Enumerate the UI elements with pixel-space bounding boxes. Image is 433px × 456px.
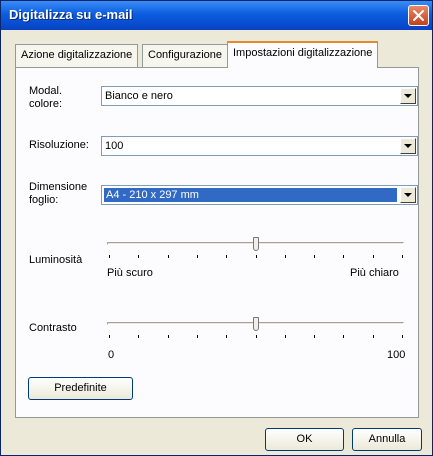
chevron-down-icon	[404, 94, 412, 98]
resolution-label: Risoluzione:	[29, 139, 89, 151]
resolution-select[interactable]: 100	[101, 136, 418, 156]
brightness-min-label: Più scuro	[107, 267, 153, 279]
dialog-window: Digitalizza su e-mail Azione digitalizza…	[0, 0, 433, 456]
color-mode-value: Bianco e nero	[105, 90, 173, 102]
ok-button[interactable]: OK	[265, 428, 344, 451]
slider-tick	[402, 335, 403, 338]
slider-tick	[138, 255, 140, 258]
contrast-label: Contrasto	[29, 322, 77, 334]
slider-tick	[167, 335, 169, 338]
paper-size-value: A4 - 210 x 297 mm	[104, 188, 397, 202]
close-button[interactable]	[408, 5, 429, 26]
paper-size-select[interactable]: A4 - 210 x 297 mm	[101, 185, 418, 205]
slider-tick	[343, 335, 345, 338]
contrast-min-label: 0	[108, 349, 115, 361]
contrast-slider-thumb[interactable]	[252, 317, 259, 331]
slider-tick	[196, 335, 198, 338]
slider-tick	[138, 335, 140, 338]
slider-tick	[284, 255, 286, 258]
brightness-label: Luminosità	[29, 254, 83, 266]
brightness-slider-thumb[interactable]	[252, 237, 259, 251]
color-mode-dropdown-button[interactable]	[400, 88, 416, 104]
slider-tick	[196, 255, 198, 258]
cancel-button[interactable]: Annulla	[352, 428, 422, 451]
slider-tick	[314, 335, 316, 338]
color-mode-label: Modal. colore:	[29, 85, 63, 110]
slider-tick	[255, 335, 257, 338]
paper-size-label: Dimensione foglio:	[29, 181, 88, 206]
chevron-down-icon	[404, 144, 412, 148]
brightness-max-label: Più chiaro	[350, 267, 399, 279]
slider-tick	[167, 255, 169, 258]
chevron-down-icon	[404, 193, 412, 197]
tab-configuration[interactable]: Configurazione	[142, 44, 228, 67]
tab-scan-settings[interactable]: Impostazioni digitalizzazione	[227, 41, 379, 68]
slider-tick	[226, 255, 228, 258]
slider-tick	[343, 255, 345, 258]
slider-tick	[372, 335, 374, 338]
tab-scan-action[interactable]: Azione digitalizzazione	[15, 44, 139, 67]
contrast-max-label: 100	[387, 349, 406, 361]
slider-tick	[402, 255, 403, 258]
slider-tick	[314, 255, 316, 258]
slider-tick	[109, 255, 110, 258]
defaults-button[interactable]: Predefinite	[28, 377, 133, 400]
paper-size-dropdown-button[interactable]	[400, 187, 416, 203]
slider-tick	[255, 255, 257, 258]
slider-tick	[226, 335, 228, 338]
resolution-value: 100	[105, 140, 124, 152]
slider-tick	[284, 335, 286, 338]
slider-tick	[109, 335, 110, 338]
slider-tick	[372, 255, 374, 258]
color-mode-select[interactable]: Bianco e nero	[101, 86, 418, 106]
close-icon	[413, 10, 424, 21]
resolution-dropdown-button[interactable]	[400, 138, 416, 154]
window-title: Digitalizza su e-mail	[9, 7, 133, 22]
title-bar[interactable]: Digitalizza su e-mail	[1, 1, 432, 30]
